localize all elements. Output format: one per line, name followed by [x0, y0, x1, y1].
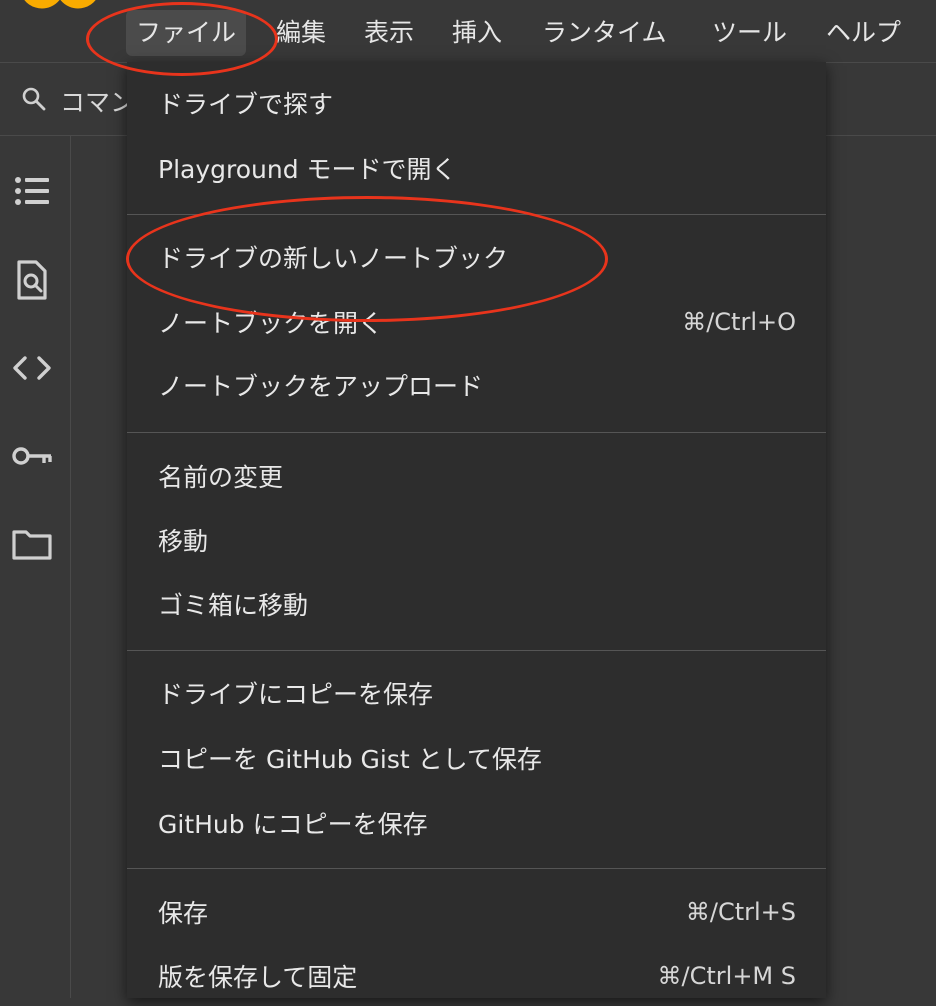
menu-view[interactable]: 表示: [354, 10, 424, 56]
menu-item-rename[interactable]: 名前の変更: [127, 446, 826, 506]
menu-divider: [127, 432, 826, 433]
menu-item-label: ノートブックを開く: [158, 309, 384, 338]
menu-item-upload-notebook[interactable]: ノートブックをアップロード: [127, 355, 826, 415]
menu-divider: [127, 214, 826, 215]
menu-help[interactable]: ヘルプ: [816, 10, 911, 56]
menu-item-save-copy-to-github[interactable]: GitHub にコピーを保存: [127, 793, 826, 853]
menu-item-open-notebook[interactable]: ノートブックを開く ⌘/Ctrl+O: [127, 292, 826, 352]
menu-insert[interactable]: 挿入: [442, 10, 512, 56]
search-placeholder: コマン: [60, 88, 136, 117]
menu-item-label: コピーを GitHub Gist として保存: [158, 745, 542, 774]
menu-item-open-playground[interactable]: Playground モードで開く: [127, 138, 826, 198]
menu-item-label: GitHub にコピーを保存: [158, 810, 428, 839]
menu-item-new-notebook-in-drive[interactable]: ドライブの新しいノートブック: [127, 227, 826, 287]
menu-file[interactable]: ファイル: [126, 10, 247, 56]
menu-item-label: ドライブにコピーを保存: [158, 680, 434, 709]
menu-item-label: ゴミ箱に移動: [158, 591, 309, 620]
menu-item-shortcut: ⌘/Ctrl+S: [685, 898, 796, 926]
search-icon: [22, 87, 46, 111]
menu-item-label: ドライブの新しいノートブック: [158, 244, 509, 273]
key-icon[interactable]: [10, 434, 54, 478]
menu-item-find-in-drive[interactable]: ドライブで探す: [127, 73, 826, 133]
menu-item-save-copy-as-gist[interactable]: コピーを GitHub Gist として保存: [127, 728, 826, 788]
file-menu-dropdown: ドライブで探す Playground モードで開く ドライブの新しいノートブック…: [127, 62, 826, 998]
menu-item-label: Playground モードで開く: [158, 155, 457, 184]
menu-item-move-to-trash[interactable]: ゴミ箱に移動: [127, 574, 826, 634]
menu-item-label: 名前の変更: [158, 463, 284, 492]
menu-divider: [127, 868, 826, 869]
find-in-file-icon[interactable]: [10, 258, 54, 302]
menu-item-label: 移動: [158, 527, 209, 556]
menu-item-label: 版を保存して固定: [158, 963, 358, 992]
sidebar: [0, 136, 71, 998]
menu-item-move[interactable]: 移動: [127, 510, 826, 570]
menu-item-label: ノートブックをアップロード: [158, 372, 484, 401]
menu-item-label: ドライブで探す: [158, 90, 334, 119]
menu-item-save-and-pin-revision[interactable]: 版を保存して固定 ⌘/Ctrl+M S: [127, 946, 826, 1006]
menu-item-label: 保存: [158, 899, 209, 928]
menu-tools[interactable]: ツール: [702, 10, 797, 56]
menu-item-shortcut: ⌘/Ctrl+O: [682, 308, 796, 336]
folder-icon[interactable]: [10, 522, 54, 566]
menu-divider: [127, 650, 826, 651]
table-of-contents-icon[interactable]: [10, 170, 54, 214]
colab-logo-icon[interactable]: [18, 0, 102, 14]
menu-item-save-copy-to-drive[interactable]: ドライブにコピーを保存: [127, 663, 826, 723]
menubar: ファイル 編集 表示 挿入 ランタイム ツール ヘルプ: [0, 0, 936, 63]
menu-item-shortcut: ⌘/Ctrl+M S: [657, 962, 796, 990]
code-icon[interactable]: [10, 346, 54, 390]
menu-runtime[interactable]: ランタイム: [532, 10, 677, 56]
menu-item-save[interactable]: 保存 ⌘/Ctrl+S: [127, 882, 826, 942]
menu-edit[interactable]: 編集: [266, 10, 336, 56]
